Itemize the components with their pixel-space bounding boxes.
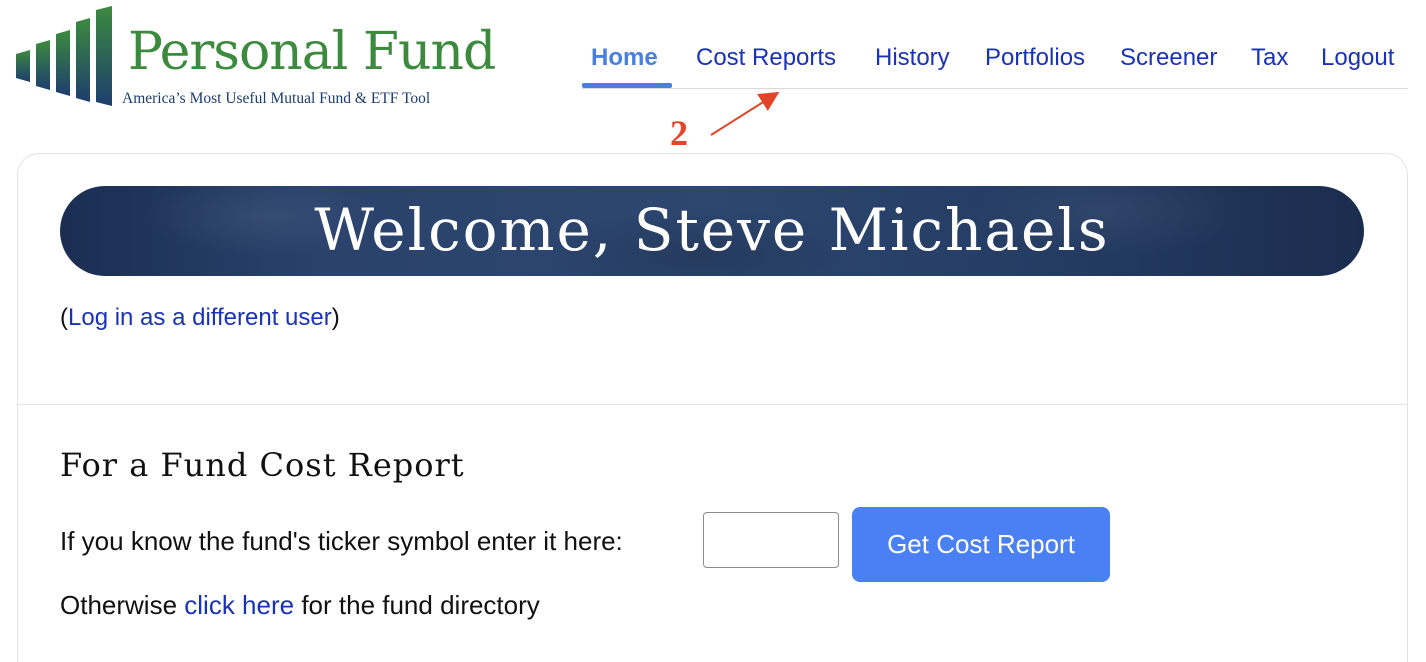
bar-chart-logo-icon bbox=[16, 6, 112, 106]
cost-report-heading: For a Fund Cost Report bbox=[60, 446, 465, 484]
directory-prefix: Otherwise bbox=[60, 590, 185, 620]
get-cost-report-button[interactable]: Get Cost Report bbox=[852, 507, 1110, 582]
brand-tagline: America’s Most Useful Mutual Fund & ETF … bbox=[122, 90, 431, 107]
login-different-user-link[interactable]: Log in as a different user bbox=[68, 304, 332, 331]
nav-portfolios[interactable]: Portfolios bbox=[985, 44, 1085, 72]
main-card: Welcome, Steve Michaels (Log in as a dif… bbox=[17, 153, 1408, 662]
main-nav: Home Cost Reports History Portfolios Scr… bbox=[582, 40, 1408, 89]
login-switch-line: (Log in as a different user) bbox=[60, 304, 340, 332]
annotation-number-2: 2 bbox=[670, 113, 688, 153]
welcome-banner: Welcome, Steve Michaels bbox=[60, 186, 1364, 276]
login-suffix: ) bbox=[331, 304, 340, 331]
section-divider bbox=[18, 404, 1407, 405]
active-tab-indicator bbox=[582, 83, 672, 88]
ticker-prompt: If you know the fund's ticker symbol ent… bbox=[60, 526, 623, 556]
nav-tax[interactable]: Tax bbox=[1251, 44, 1288, 72]
nav-cost-reports[interactable]: Cost Reports bbox=[696, 44, 836, 72]
logo[interactable]: Personal Fund America’s Most Useful Mutu… bbox=[14, 6, 496, 110]
page: Personal Fund America’s Most Useful Mutu… bbox=[0, 0, 1426, 662]
fund-directory-link[interactable]: click here bbox=[184, 590, 294, 620]
fund-directory-line: Otherwise click here for the fund direct… bbox=[60, 590, 540, 621]
brand-title: Personal Fund bbox=[128, 22, 496, 82]
nav-history[interactable]: History bbox=[875, 44, 950, 72]
nav-logout[interactable]: Logout bbox=[1321, 44, 1394, 72]
nav-screener[interactable]: Screener bbox=[1120, 44, 1217, 72]
nav-home[interactable]: Home bbox=[591, 44, 658, 72]
ticker-input[interactable] bbox=[703, 512, 839, 568]
annotation-arrow-2 bbox=[710, 91, 780, 136]
login-prefix: ( bbox=[60, 304, 68, 331]
directory-suffix: for the fund directory bbox=[294, 590, 540, 620]
welcome-heading: Welcome, Steve Michaels bbox=[314, 196, 1110, 264]
